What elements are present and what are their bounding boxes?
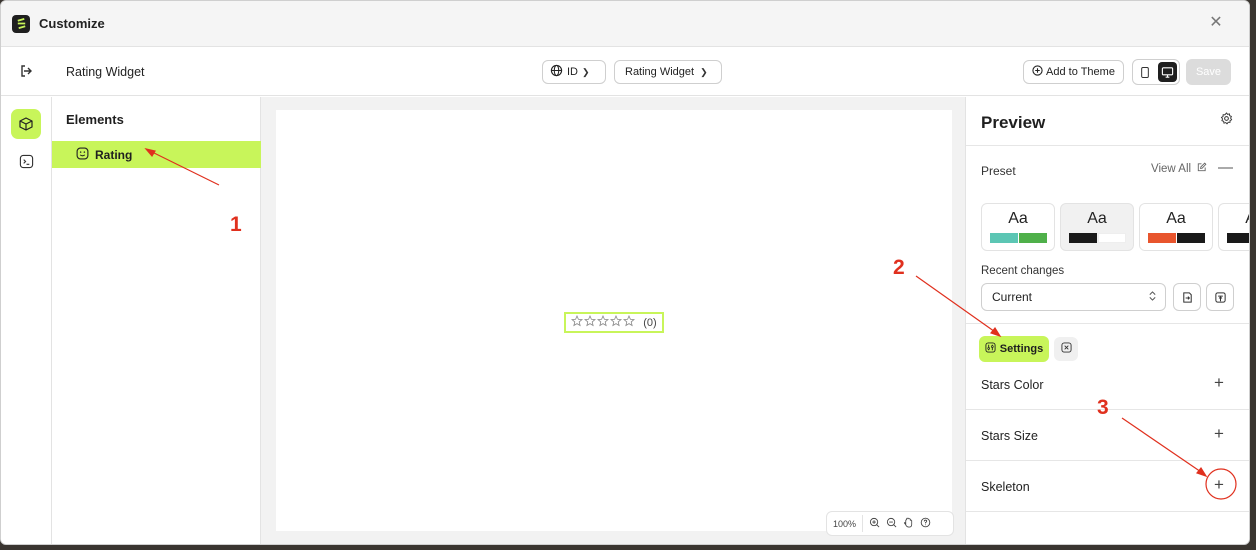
chevron-down-icon: ❯ <box>700 66 708 77</box>
section-label: Skeleton <box>981 480 1030 494</box>
smile-icon <box>76 147 89 163</box>
view-all-label: View All <box>1151 163 1192 175</box>
page-title: Rating Widget <box>66 65 145 79</box>
tab-advanced[interactable] <box>1054 337 1078 361</box>
left-rail <box>1 97 52 544</box>
advanced-icon <box>1060 342 1072 356</box>
plus-icon[interactable]: + <box>1214 424 1224 444</box>
help-icon[interactable] <box>920 517 931 530</box>
color-swatch <box>1227 233 1249 243</box>
color-swatch <box>1098 233 1126 243</box>
page-select-label: Rating Widget <box>625 66 695 78</box>
element-item-rating[interactable]: Rating <box>52 141 261 168</box>
language-select[interactable]: ID ❯ <box>542 60 606 84</box>
edit-icon <box>1196 162 1207 176</box>
page-select[interactable]: Rating Widget ❯ <box>614 60 722 84</box>
panel-title: Preview <box>981 113 1046 132</box>
plus-icon[interactable]: + <box>1214 475 1224 495</box>
canvas-area: (0) 100% <box>261 97 965 544</box>
customize-window: Customize ✕ Rating Widget ID ❯ Rating Wi… <box>0 0 1250 545</box>
desktop-icon[interactable] <box>1157 62 1177 82</box>
star-icon <box>623 314 636 330</box>
cube-icon[interactable] <box>11 109 41 139</box>
star-icon <box>571 314 584 330</box>
tab-settings-label: Settings <box>999 343 1044 355</box>
preset-sample: Aa <box>1008 210 1028 227</box>
zoom-out-icon[interactable] <box>886 517 897 530</box>
annotation-number: 2 <box>893 256 905 279</box>
divider <box>966 145 1249 146</box>
plus-icon[interactable]: + <box>1214 373 1224 393</box>
language-label: ID <box>567 66 578 78</box>
preview-canvas: (0) 100% <box>276 110 954 536</box>
preset-list: Aa Aa Aa Aa <box>981 203 1249 253</box>
device-toggle <box>1132 59 1180 85</box>
annotation-number: 1 <box>230 213 242 236</box>
preset-label: Preset <box>981 164 1016 178</box>
right-panel: Preview Preset View All — Aa Aa Aa Recen… <box>965 97 1249 544</box>
zoom-toolbar: 100% <box>826 511 954 536</box>
preset-sample: Aa <box>1087 210 1107 227</box>
export-icon[interactable] <box>1206 283 1234 311</box>
mobile-icon[interactable] <box>1135 62 1155 82</box>
section-label: Stars Color <box>981 378 1044 392</box>
star-icon <box>597 314 610 330</box>
divider <box>966 323 1249 324</box>
star-icon <box>584 314 597 330</box>
section-skeleton[interactable]: Skeleton + <box>966 462 1249 512</box>
header-bar: Rating Widget ID ❯ Rating Widget ❯ Add t… <box>1 47 1249 96</box>
chevron-down-icon: ❯ <box>582 66 590 77</box>
preset-card[interactable]: Aa <box>1139 203 1213 251</box>
window-title: Customize <box>39 16 105 31</box>
divider <box>862 515 864 532</box>
color-swatch <box>1019 233 1047 243</box>
view-all-link[interactable]: View All <box>1151 162 1207 176</box>
preset-sample: Aa <box>1166 210 1186 227</box>
stars <box>571 314 636 330</box>
import-icon[interactable] <box>1173 283 1201 311</box>
rating-widget[interactable]: (0) <box>564 312 664 333</box>
color-swatch <box>1069 233 1097 243</box>
app-logo-icon <box>12 14 30 33</box>
preset-card[interactable]: Aa <box>981 203 1055 251</box>
zoom-in-icon[interactable] <box>869 517 880 530</box>
hand-icon[interactable] <box>903 517 914 530</box>
save-button[interactable]: Save <box>1186 59 1231 85</box>
exit-icon[interactable] <box>17 62 35 80</box>
elements-title: Elements <box>66 112 124 127</box>
chevron-up-down-icon <box>1148 290 1157 305</box>
elements-panel: Elements Rating <box>52 97 261 544</box>
add-to-theme-button[interactable]: Add to Theme <box>1023 60 1124 84</box>
gear-icon[interactable] <box>1220 112 1233 128</box>
recent-changes-value: Current <box>992 290 1033 304</box>
preset-card[interactable]: Aa <box>1218 203 1249 251</box>
title-bar: Customize ✕ <box>1 1 1249 47</box>
star-icon <box>610 314 623 330</box>
recent-changes-select[interactable]: Current <box>981 283 1166 311</box>
annotation-number: 3 <box>1097 396 1109 419</box>
color-swatch <box>990 233 1018 243</box>
terminal-icon[interactable] <box>11 146 41 176</box>
close-icon[interactable]: ✕ <box>1208 15 1224 31</box>
element-item-label: Rating <box>95 147 133 162</box>
add-to-theme-label: Add to Theme <box>1046 66 1115 78</box>
zoom-level: 100% <box>833 518 857 529</box>
color-swatch <box>1148 233 1176 243</box>
globe-icon <box>550 64 563 80</box>
tab-settings[interactable]: Settings <box>979 336 1049 362</box>
preset-card[interactable]: Aa <box>1060 203 1134 251</box>
color-swatch <box>1177 233 1205 243</box>
settings-icon <box>985 342 996 356</box>
preset-sample: Aa <box>1219 210 1249 228</box>
section-label: Stars Size <box>981 429 1038 443</box>
plus-circle-icon <box>1032 65 1043 79</box>
recent-changes-label: Recent changes <box>981 265 1065 277</box>
collapse-icon[interactable]: — <box>1218 159 1233 176</box>
rating-count: (0) <box>643 316 657 329</box>
